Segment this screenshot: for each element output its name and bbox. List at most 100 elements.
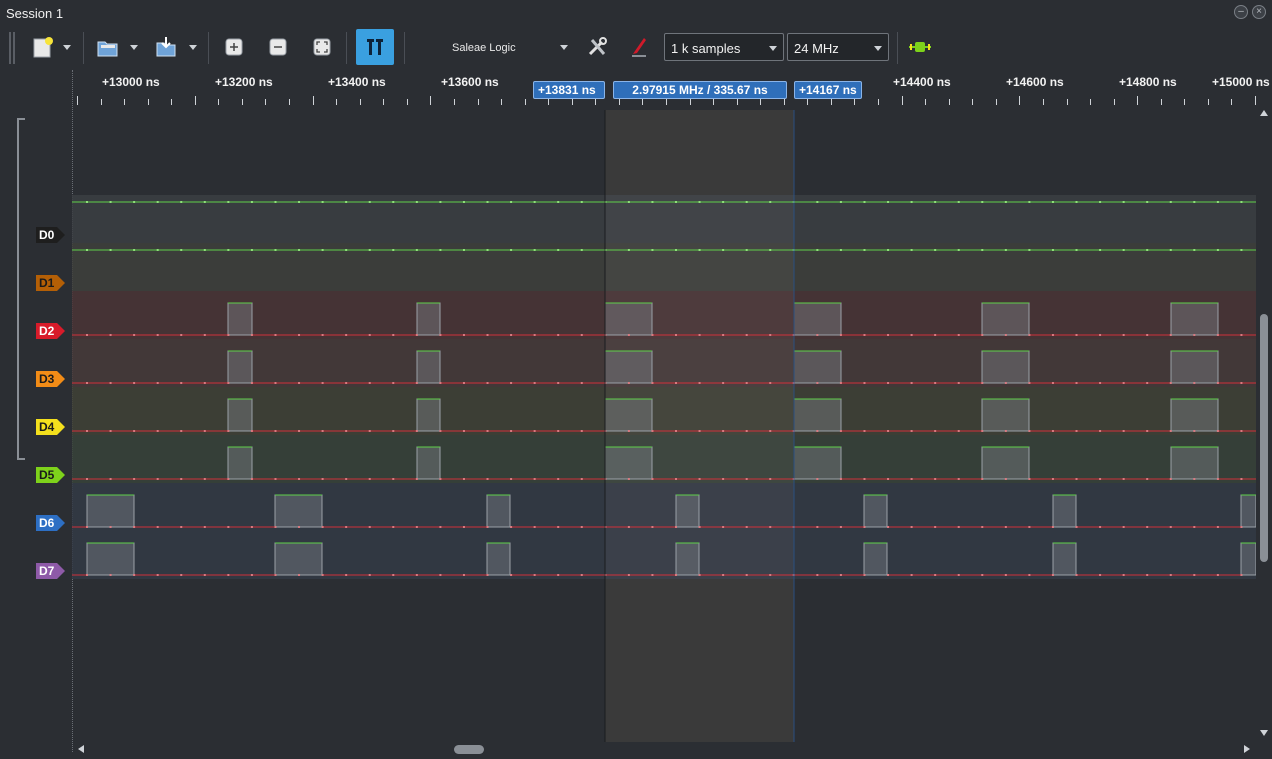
sample-dot	[1004, 526, 1007, 528]
sample-dot	[698, 574, 701, 576]
sample-dot	[651, 249, 654, 251]
rate-select[interactable]: 24 MHz	[787, 33, 889, 61]
sample-dot	[156, 382, 159, 384]
vertical-scroll-thumb[interactable]	[1260, 314, 1268, 562]
sample-dot	[722, 201, 725, 203]
ruler-tick	[124, 99, 125, 105]
sample-dot	[981, 201, 984, 203]
channel-label-d2[interactable]: D2	[36, 323, 66, 339]
scroll-right-icon[interactable]	[1244, 745, 1250, 753]
sample-dot	[510, 334, 513, 336]
sample-dot	[156, 334, 159, 336]
sample-dot	[557, 478, 560, 480]
signal-pulse	[981, 350, 1030, 384]
sample-dot	[1216, 334, 1219, 336]
scroll-up-icon[interactable]	[1260, 110, 1268, 116]
sample-dot	[580, 430, 583, 432]
samples-select[interactable]: 1 k samples	[664, 33, 784, 61]
channel-label-d5[interactable]: D5	[36, 467, 66, 483]
sample-dot	[1193, 334, 1196, 336]
sample-dot	[298, 201, 301, 203]
sample-dot	[1004, 382, 1007, 384]
ruler-tick	[1161, 99, 1162, 105]
horizontal-scrollbar[interactable]	[72, 742, 1256, 759]
toolbar-separator	[404, 32, 405, 64]
sample-dot	[1193, 478, 1196, 480]
ruler-label: +14400 ns	[893, 75, 951, 89]
sample-dot	[392, 249, 395, 251]
sample-dot	[1051, 249, 1054, 251]
sample-dot	[203, 478, 206, 480]
sample-dot	[1099, 526, 1102, 528]
horizontal-scroll-thumb[interactable]	[454, 745, 484, 754]
sample-dot	[557, 201, 560, 203]
minimize-icon[interactable]: –	[1234, 5, 1248, 19]
open-button[interactable]	[94, 29, 122, 65]
sample-dot	[1051, 201, 1054, 203]
zoom-in-button[interactable]	[222, 29, 246, 65]
start-capture-button[interactable]	[906, 29, 934, 65]
sample-dot	[133, 382, 136, 384]
sample-dot	[133, 430, 136, 432]
scroll-left-icon[interactable]	[78, 745, 84, 753]
scroll-down-icon[interactable]	[1260, 730, 1268, 736]
sample-dot	[298, 526, 301, 528]
channel-label-d0[interactable]: D0	[36, 227, 66, 243]
annotate-button[interactable]	[628, 29, 650, 65]
ruler-label: +14800 ns	[1119, 75, 1177, 89]
sample-dot	[298, 430, 301, 432]
sample-dot	[368, 201, 371, 203]
settings-button[interactable]	[584, 29, 610, 65]
sample-dot	[227, 249, 230, 251]
sample-dot	[816, 382, 819, 384]
channel-label-d7[interactable]: D7	[36, 563, 66, 579]
sample-dot	[839, 334, 842, 336]
close-icon[interactable]: ×	[1252, 5, 1266, 19]
sample-dot	[769, 334, 772, 336]
sample-dot	[863, 249, 866, 251]
zoom-out-button[interactable]	[266, 29, 290, 65]
device-label[interactable]: Saleae Logic	[452, 42, 516, 54]
export-dropdown[interactable]	[186, 29, 200, 65]
chevron-down-icon	[874, 46, 882, 51]
sample-dot	[887, 574, 890, 576]
ruler-tick	[501, 99, 502, 105]
cursor-mode-toggle[interactable]	[356, 29, 394, 65]
new-session-button[interactable]	[28, 29, 56, 65]
waveform-canvas[interactable]	[72, 110, 1256, 742]
sample-dot	[1240, 478, 1243, 480]
sample-dot	[745, 382, 748, 384]
channel-label-d3[interactable]: D3	[36, 371, 66, 387]
channel-label-d6[interactable]: D6	[36, 515, 66, 531]
sample-dot	[627, 201, 630, 203]
device-dropdown[interactable]	[556, 29, 572, 65]
sample-dot	[462, 478, 465, 480]
sample-dot	[510, 382, 513, 384]
new-session-dropdown[interactable]	[60, 29, 74, 65]
channel-label-d4[interactable]: D4	[36, 419, 66, 435]
sample-dot	[675, 201, 677, 203]
signal-pulse	[274, 542, 323, 576]
sample-dot	[345, 478, 348, 480]
cursor-marker-right[interactable]: +14167 ns	[794, 81, 862, 99]
cursor-marker-left[interactable]: +13831 ns	[533, 81, 605, 99]
vertical-scrollbar[interactable]	[1256, 110, 1272, 742]
ruler-tick	[407, 99, 408, 105]
channel-label-d1[interactable]: D1	[36, 275, 66, 291]
export-button[interactable]	[152, 29, 180, 65]
sample-dot	[1146, 574, 1149, 576]
sample-dot	[863, 334, 866, 336]
signal-pulse	[863, 542, 888, 576]
toolbar: Saleae Logic 1 k samples 24 MHz	[0, 26, 1272, 70]
sample-dot	[1193, 526, 1196, 528]
open-dropdown[interactable]	[127, 29, 141, 65]
sample-dot	[392, 201, 395, 203]
ruler-label: +13200 ns	[215, 75, 273, 89]
waveform-area[interactable]	[72, 110, 1256, 742]
sample-dot	[910, 430, 913, 432]
sample-dot	[816, 574, 819, 576]
signal-pulse	[227, 446, 253, 480]
zoom-fit-button[interactable]	[310, 29, 334, 65]
sample-dot	[392, 478, 395, 480]
sample-dot	[1122, 430, 1125, 432]
